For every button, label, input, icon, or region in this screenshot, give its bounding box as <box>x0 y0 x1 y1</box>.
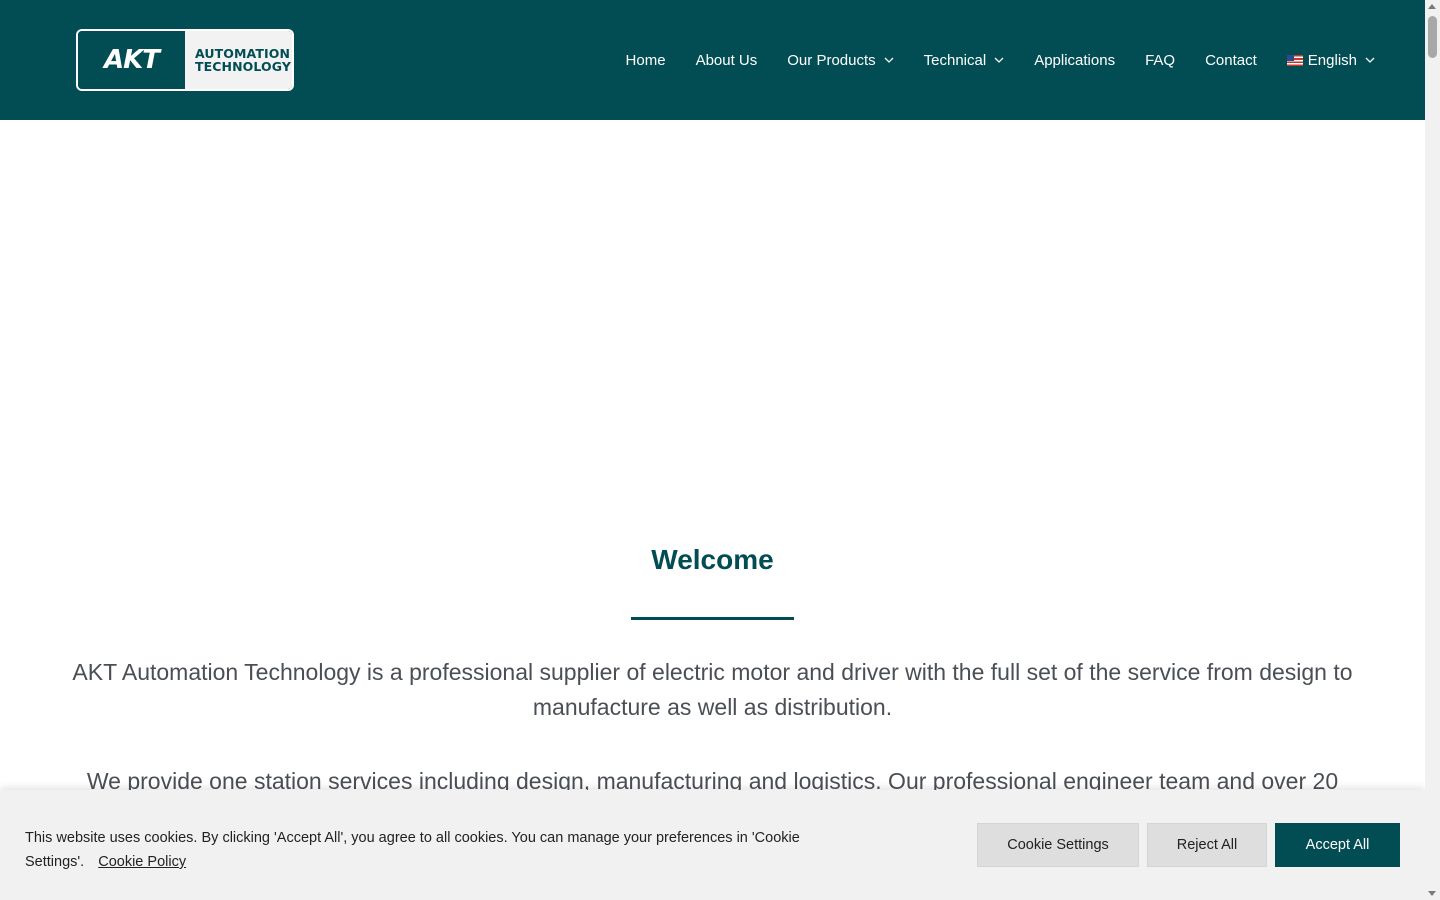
scroll-up-arrow-icon[interactable] <box>1428 4 1436 9</box>
nav-item-our-products[interactable]: Our Products <box>787 51 894 69</box>
nav-item-contact[interactable]: Contact <box>1205 52 1257 69</box>
cookie-policy-link[interactable]: Cookie Policy <box>98 854 186 870</box>
heading-divider <box>631 617 794 620</box>
cookie-message: This website uses cookies. By clicking '… <box>25 826 855 874</box>
akt-logo[interactable]: AKT AUTOMATION TECHNOLOGY <box>76 29 294 91</box>
nav-label: About Us <box>695 51 758 69</box>
accept-all-button[interactable]: Accept All <box>1275 823 1400 867</box>
hero-banner-area <box>0 120 1425 510</box>
language-selector[interactable]: English <box>1286 51 1375 69</box>
us-flag-icon <box>1286 54 1303 66</box>
chevron-down-icon <box>884 57 894 63</box>
cookie-settings-button[interactable]: Cookie Settings <box>977 823 1139 867</box>
logo-wordmark: AUTOMATION TECHNOLOGY <box>185 31 292 89</box>
chevron-down-icon <box>994 57 1004 63</box>
nav-item-faq[interactable]: FAQ <box>1145 52 1175 69</box>
nav-label: Home <box>625 51 666 69</box>
site-header: AKT AUTOMATION TECHNOLOGY Home About Us … <box>0 0 1425 120</box>
logo-mark: AKT <box>78 31 185 89</box>
nav-item-technical[interactable]: Technical <box>924 52 1005 69</box>
intro-paragraph: AKT Automation Technology is a professio… <box>72 659 1353 720</box>
chevron-down-icon <box>1365 57 1375 63</box>
scroll-thumb[interactable] <box>1428 16 1437 58</box>
page-scrollbar[interactable] <box>1425 0 1440 900</box>
reject-all-button[interactable]: Reject All <box>1147 823 1267 867</box>
main-nav: Home About Us Our Products Technical App… <box>626 0 1375 120</box>
nav-label: FAQ <box>1145 51 1176 69</box>
nav-item-home[interactable]: Home <box>626 52 666 69</box>
welcome-heading: Welcome <box>651 544 774 575</box>
cookie-banner: This website uses cookies. By clicking '… <box>0 790 1425 900</box>
nav-label: Our Products <box>787 51 876 69</box>
nav-label: Technical <box>923 51 987 69</box>
nav-item-about-us[interactable]: About Us <box>696 52 758 69</box>
nav-item-applications[interactable]: Applications <box>1034 52 1115 69</box>
logo-line-2: TECHNOLOGY <box>195 59 291 74</box>
nav-label: Contact <box>1205 51 1257 69</box>
language-label: English <box>1307 51 1357 69</box>
nav-label: Applications <box>1034 51 1116 69</box>
scroll-down-arrow-icon[interactable] <box>1428 891 1436 896</box>
